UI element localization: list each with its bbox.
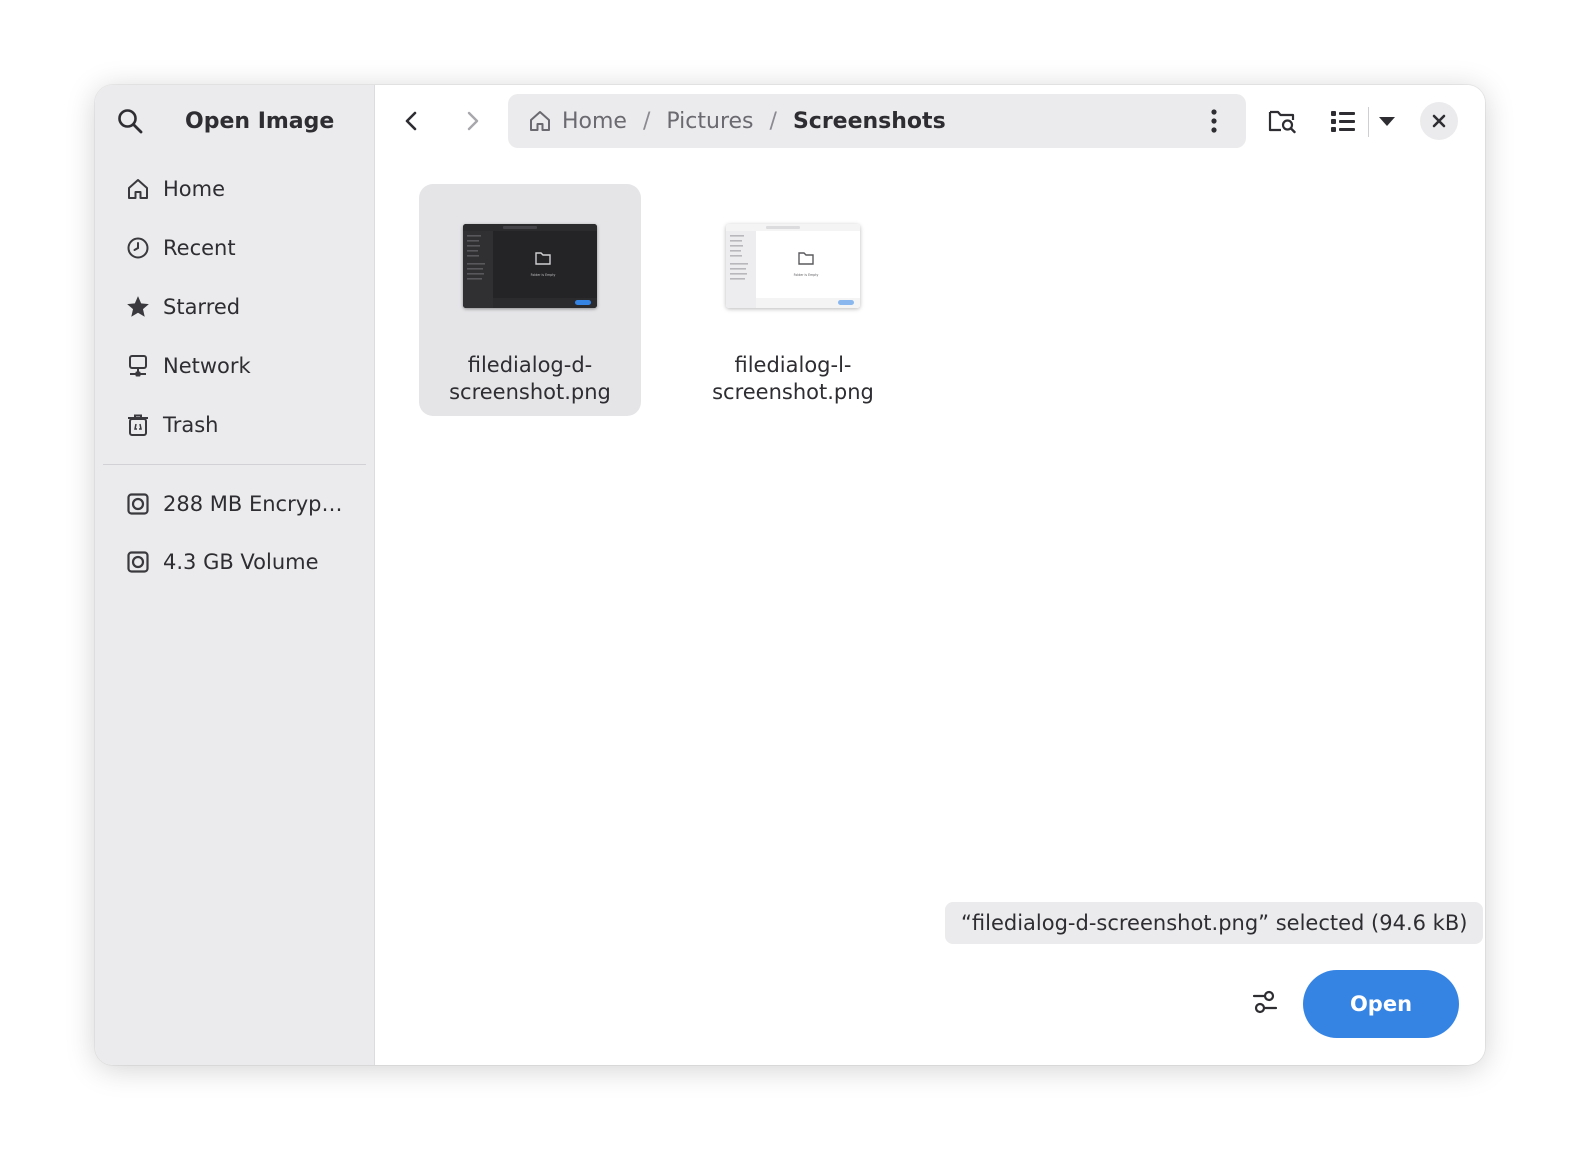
file-item[interactable]: Folder is Empty filedialog-l- screenshot… (682, 184, 904, 416)
open-button[interactable]: Open (1303, 970, 1459, 1038)
thumbnail-preview: Folder is Empty (463, 224, 597, 308)
view-mode-button[interactable] (1323, 101, 1363, 141)
sidebar-separator (103, 464, 366, 465)
sidebar-item-starred[interactable]: Starred (95, 277, 374, 336)
sidebar-item-label: Starred (163, 294, 241, 319)
breadcrumb-screenshots[interactable]: Screenshots (793, 109, 946, 134)
breadcrumb-label: Screenshots (792, 108, 946, 134)
header-bar: Home / Pictures / Screenshots (375, 85, 1485, 157)
file-thumbnail: Folder is Empty (726, 224, 860, 308)
search-location-button[interactable] (1262, 101, 1302, 141)
sidebar: Open Image Home Recent Starred Network T… (95, 85, 375, 1065)
breadcrumb-separator: / (642, 108, 651, 134)
chevron-left-icon (405, 111, 417, 131)
sidebar-item-label: 288 MB Encryp… (163, 492, 343, 516)
list-view-icon (1331, 111, 1355, 132)
thumbnail-caption: Folder is Empty (794, 273, 819, 277)
selection-status: “filedialog-d-screenshot.png” selected (… (945, 902, 1484, 944)
sidebar-item-label: 4.3 GB Volume (163, 550, 319, 574)
file-name: filedialog-d- screenshot.png (430, 352, 630, 406)
file-name-line: filedialog-l- (734, 353, 852, 377)
breadcrumb-home[interactable]: Home (528, 109, 627, 134)
file-item[interactable]: Folder is Empty filedialog-d- screenshot… (419, 184, 641, 416)
sidebar-item-label: Network (163, 353, 251, 378)
file-thumbnail: Folder is Empty (463, 224, 597, 308)
sidebar-item-home[interactable]: Home (95, 159, 374, 218)
sidebar-header: Open Image (95, 85, 374, 157)
file-name: filedialog-l- screenshot.png (693, 352, 893, 406)
main-pane: Home / Pictures / Screenshots Folder is … (375, 85, 1485, 1065)
file-filter-button[interactable] (1245, 982, 1285, 1022)
home-icon (123, 174, 153, 204)
path-menu-button[interactable] (1194, 101, 1234, 141)
breadcrumb-separator: / (769, 108, 777, 134)
star-icon (123, 292, 153, 322)
thumbnail-caption: Folder is Empty (531, 273, 556, 277)
sidebar-item-label: Trash (163, 412, 219, 437)
file-name-line: screenshot.png (712, 380, 874, 404)
back-button[interactable] (392, 101, 432, 141)
sidebar-item-trash[interactable]: Trash (95, 395, 374, 454)
sidebar-item-label: Recent (163, 235, 236, 260)
file-name-line: screenshot.png (449, 380, 611, 404)
sidebar-item-network[interactable]: Network (95, 336, 374, 395)
volumes-list: 288 MB Encryp… 4.3 GB Volume (95, 475, 374, 591)
chevron-down-icon (1379, 117, 1395, 126)
vertical-ellipsis-icon (1211, 109, 1217, 133)
chevron-right-icon (467, 111, 479, 131)
trash-icon (123, 410, 153, 440)
close-button[interactable] (1420, 102, 1458, 140)
thumbnail-preview: Folder is Empty (726, 224, 860, 308)
forward-button[interactable] (452, 101, 492, 141)
filter-icon (1252, 990, 1278, 1014)
drive-icon (123, 489, 153, 519)
file-name-line: filedialog-d- (467, 353, 593, 377)
path-bar: Home / Pictures / Screenshots (508, 94, 1246, 148)
close-icon (1432, 114, 1446, 128)
clock-icon (123, 233, 153, 263)
sidebar-item-volume[interactable]: 4.3 GB Volume (95, 533, 374, 591)
breadcrumb-pictures[interactable]: Pictures (666, 109, 753, 134)
breadcrumb-label: Pictures (666, 108, 754, 134)
drive-icon (123, 547, 153, 577)
home-icon (530, 111, 550, 131)
sidebar-item-recent[interactable]: Recent (95, 218, 374, 277)
view-options-dropdown[interactable] (1367, 101, 1407, 141)
network-icon (123, 351, 153, 381)
breadcrumb-label: Home (562, 108, 627, 134)
folder-search-icon (1268, 110, 1296, 134)
search-button[interactable] (115, 106, 145, 136)
file-chooser-dialog: Open Image Home Recent Starred Network T… (95, 85, 1485, 1065)
dialog-title: Open Image (185, 108, 335, 134)
sidebar-item-encrypted-volume[interactable]: 288 MB Encryp… (95, 475, 374, 533)
sidebar-item-label: Home (163, 176, 226, 201)
places-list: Home Recent Starred Network Trash (95, 159, 374, 454)
search-icon (118, 109, 143, 134)
